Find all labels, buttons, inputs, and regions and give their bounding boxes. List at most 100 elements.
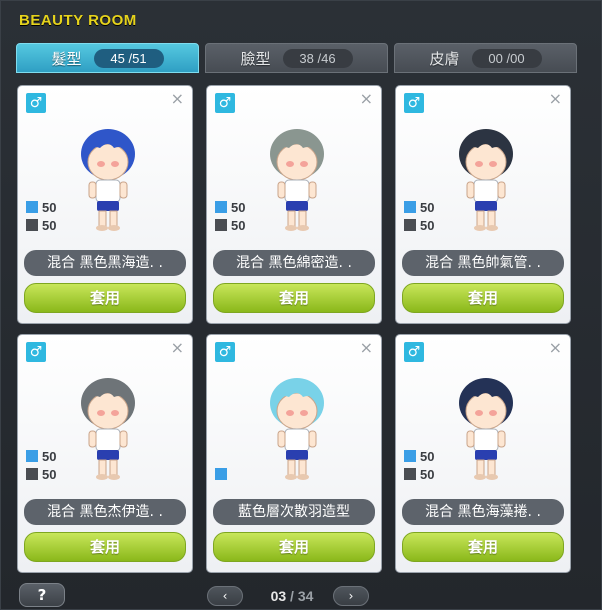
style-card[interactable]: ♂ × 50 50 混合 黑色杰伊造. . 套用 <box>17 334 193 573</box>
pagination: ‹ 03 / 34 › <box>207 586 387 608</box>
foot-right <box>108 225 120 231</box>
primary-color-swatch <box>26 201 38 213</box>
leg-right <box>487 459 496 477</box>
tab-skin-label: 皮膚 <box>429 49 460 68</box>
page-separator: / <box>290 588 294 604</box>
tab-hair[interactable]: 髮型 45 /51 <box>16 43 199 73</box>
foot-right <box>486 474 498 480</box>
prev-page-button[interactable]: ‹ <box>207 586 243 606</box>
secondary-color-percent: 50 <box>42 217 57 233</box>
shirt <box>473 179 499 203</box>
male-icon: ♂ <box>26 93 46 113</box>
avatar-preview <box>459 378 513 480</box>
secondary-color-swatch <box>404 468 416 480</box>
secondary-color-swatch <box>404 219 416 231</box>
secondary-color-swatch <box>26 219 38 231</box>
style-name: 混合 黑色海藻捲. . <box>402 499 564 525</box>
shirt <box>95 428 121 452</box>
arm-left <box>277 430 286 448</box>
style-card[interactable]: ♂ × 藍色層次散羽造型 套用 <box>206 334 382 573</box>
page-indicator: 03 / 34 <box>251 586 333 606</box>
primary-color-swatch <box>404 450 416 462</box>
close-icon[interactable]: × <box>360 339 373 357</box>
close-icon[interactable]: × <box>171 339 184 357</box>
style-name: 混合 黑色帥氣管. . <box>402 250 564 276</box>
close-icon[interactable]: × <box>549 90 562 108</box>
face <box>87 392 129 430</box>
category-tabs: 髮型 45 /51 臉型 38 /46 皮膚 00 /00 <box>16 43 578 73</box>
leg-left <box>476 210 485 228</box>
next-page-button[interactable]: › <box>333 586 369 606</box>
leg-left <box>287 210 296 228</box>
secondary-color-swatch <box>215 219 227 231</box>
tab-skin[interactable]: 皮膚 00 /00 <box>394 43 577 73</box>
style-card[interactable]: ♂ × 50 50 混合 黑色黑海造. . 套用 <box>17 85 193 324</box>
blush-left <box>97 161 105 167</box>
face <box>465 392 507 430</box>
primary-color-percent: 50 <box>42 199 57 215</box>
blush-right <box>489 410 497 416</box>
blush-left <box>475 410 483 416</box>
blush-right <box>489 161 497 167</box>
help-button[interactable]: ? <box>19 583 65 607</box>
color-mix: 50 50 <box>404 198 434 234</box>
shorts <box>286 201 308 211</box>
primary-color-percent: 50 <box>231 199 246 215</box>
beauty-room-window: BEAUTY ROOM 髮型 45 /51 臉型 38 /46 皮膚 00 /0… <box>0 0 602 610</box>
apply-button[interactable]: 套用 <box>402 532 564 562</box>
secondary-color-percent: 50 <box>231 217 246 233</box>
leg-right <box>298 210 307 228</box>
leg-left <box>98 210 107 228</box>
color-mix: 50 50 <box>26 447 56 483</box>
avatar-preview <box>81 129 135 231</box>
face <box>87 143 129 181</box>
window-title: BEAUTY ROOM <box>19 12 137 29</box>
primary-color-swatch <box>404 201 416 213</box>
style-card[interactable]: ♂ × 50 50 混合 黑色帥氣管. . 套用 <box>395 85 571 324</box>
male-icon: ♂ <box>404 342 424 362</box>
foot-right <box>486 225 498 231</box>
apply-button[interactable]: 套用 <box>213 532 375 562</box>
foot-left <box>285 225 297 231</box>
male-icon: ♂ <box>215 93 235 113</box>
shirt <box>473 428 499 452</box>
tab-face[interactable]: 臉型 38 /46 <box>205 43 388 73</box>
apply-button[interactable]: 套用 <box>24 532 186 562</box>
blush-right <box>111 410 119 416</box>
male-icon: ♂ <box>26 342 46 362</box>
leg-right <box>298 459 307 477</box>
close-icon[interactable]: × <box>171 90 184 108</box>
avatar-preview <box>270 378 324 480</box>
style-card[interactable]: ♂ × 50 50 混合 黑色綿密造. . 套用 <box>206 85 382 324</box>
primary-color-percent: 50 <box>42 448 57 464</box>
foot-left <box>96 474 108 480</box>
shirt <box>284 428 310 452</box>
blush-left <box>286 410 294 416</box>
apply-button[interactable]: 套用 <box>213 283 375 313</box>
style-card[interactable]: ♂ × 50 50 混合 黑色海藻捲. . 套用 <box>395 334 571 573</box>
apply-button[interactable]: 套用 <box>402 283 564 313</box>
style-name: 混合 黑色杰伊造. . <box>24 499 186 525</box>
primary-color-percent: 50 <box>420 199 435 215</box>
tab-face-label: 臉型 <box>240 49 271 68</box>
primary-color-swatch <box>26 450 38 462</box>
male-icon: ♂ <box>404 93 424 113</box>
color-mix <box>215 465 231 483</box>
foot-left <box>474 225 486 231</box>
tab-hair-label: 髮型 <box>51 49 82 68</box>
blush-left <box>475 161 483 167</box>
close-icon[interactable]: × <box>549 339 562 357</box>
avatar-preview <box>459 129 513 231</box>
avatar-preview <box>81 378 135 480</box>
tab-face-count: 38 /46 <box>282 48 353 68</box>
shorts <box>97 450 119 460</box>
leg-left <box>287 459 296 477</box>
close-icon[interactable]: × <box>360 90 373 108</box>
apply-button[interactable]: 套用 <box>24 283 186 313</box>
arm-right <box>497 181 506 199</box>
style-name: 藍色層次散羽造型 <box>213 499 375 525</box>
foot-right <box>297 474 309 480</box>
foot-right <box>108 474 120 480</box>
arm-left <box>88 181 97 199</box>
leg-right <box>487 210 496 228</box>
